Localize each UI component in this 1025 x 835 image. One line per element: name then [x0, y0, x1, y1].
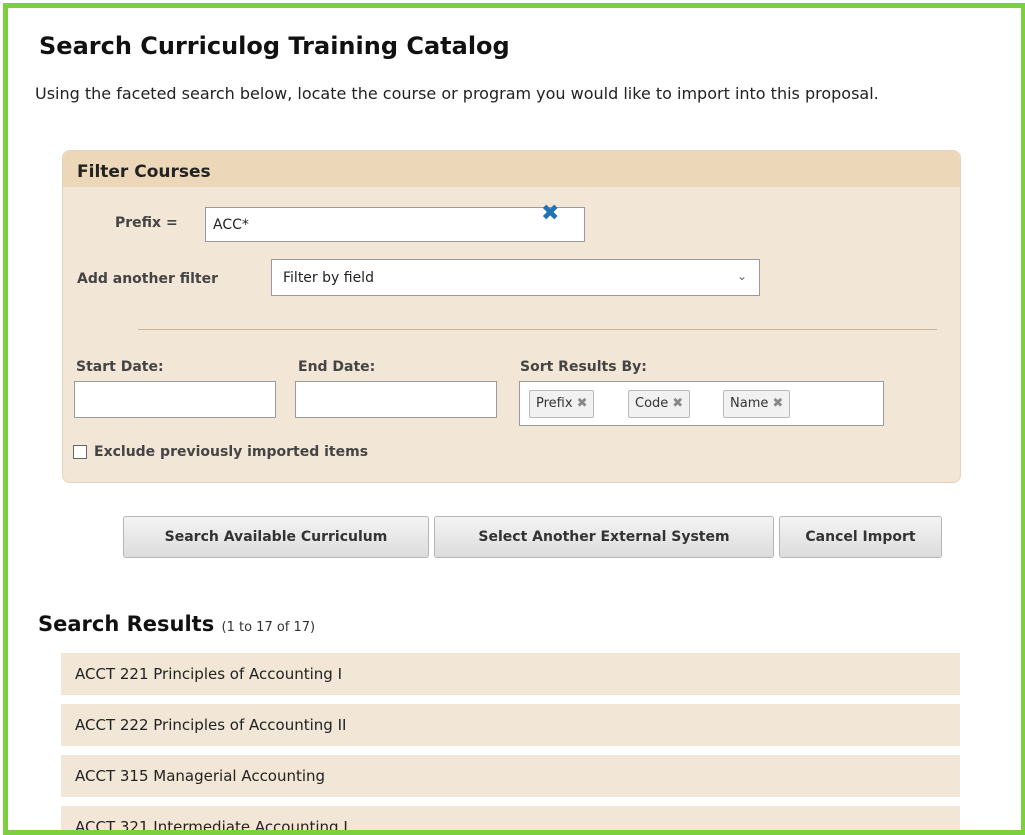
exclude-imported-label: Exclude previously imported items [94, 444, 369, 460]
result-item[interactable]: ACCT 222 Principles of Accounting II [61, 704, 960, 746]
page-title: Search Curriculog Training Catalog [39, 32, 510, 60]
sort-chip-label: Name [730, 396, 769, 411]
sort-label: Sort Results By: [520, 359, 647, 375]
cancel-import-button[interactable]: Cancel Import [779, 516, 942, 558]
sort-chip-name[interactable]: Name ✖ [723, 390, 791, 418]
prefix-input[interactable] [205, 207, 585, 242]
search-results-count: (1 to 17 of 17) [221, 620, 316, 635]
close-icon[interactable]: ✖ [541, 203, 559, 225]
sort-chip-prefix[interactable]: Prefix ✖ [529, 390, 595, 418]
sort-results-input[interactable]: Prefix ✖ Code ✖ Name ✖ [519, 381, 884, 426]
result-item[interactable]: ACCT 321 Intermediate Accounting I [61, 806, 960, 830]
end-date-input[interactable] [295, 381, 497, 418]
close-icon[interactable]: ✖ [577, 396, 588, 411]
add-filter-label: Add another filter [77, 271, 218, 287]
start-date-input[interactable] [74, 381, 276, 418]
close-icon[interactable]: ✖ [672, 396, 683, 411]
end-date-label: End Date: [298, 359, 376, 375]
add-filter-select[interactable]: Filter by field ⌄ [271, 259, 760, 296]
intro-text: Using the faceted search below, locate t… [35, 84, 879, 103]
filter-panel-header: Filter Courses [63, 151, 960, 187]
filter-panel: Filter Courses Prefix = Add another filt… [62, 150, 961, 483]
sort-chip-label: Prefix [536, 396, 573, 411]
filter-divider [138, 329, 937, 330]
chevron-down-icon: ⌄ [736, 269, 747, 283]
sort-chip-label: Code [635, 396, 669, 411]
filter-title: Filter Courses [77, 162, 211, 182]
add-filter-selected-value: Filter by field [283, 270, 374, 286]
exclude-imported-checkbox[interactable] [73, 445, 87, 459]
search-curriculum-button[interactable]: Search Available Curriculum [123, 516, 429, 558]
prefix-label: Prefix = [115, 215, 178, 231]
result-item[interactable]: ACCT 221 Principles of Accounting I [61, 653, 960, 695]
search-results-heading: Search Results (1 to 17 of 17) [38, 612, 315, 636]
result-item[interactable]: ACCT 315 Managerial Accounting [61, 755, 960, 797]
sort-chip-code[interactable]: Code ✖ [628, 390, 691, 418]
select-external-system-button[interactable]: Select Another External System [434, 516, 774, 558]
start-date-label: Start Date: [76, 359, 164, 375]
highlight-frame: Search Curriculog Training Catalog Using… [3, 3, 1025, 835]
close-icon[interactable]: ✖ [772, 396, 783, 411]
search-results-title: Search Results [38, 612, 215, 636]
